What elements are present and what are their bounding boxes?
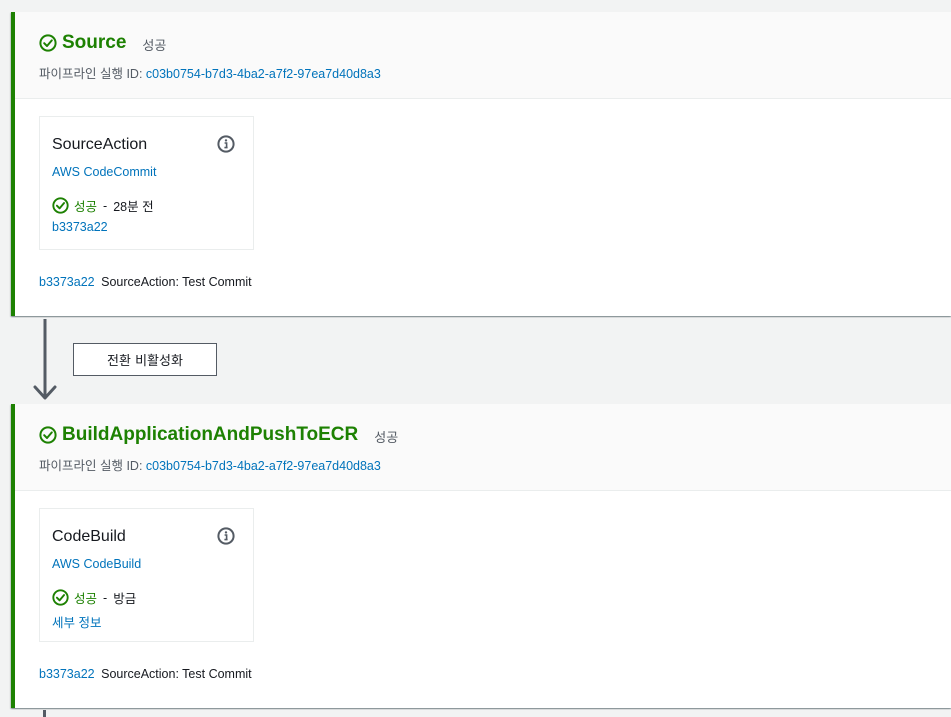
action-provider-link[interactable]: AWS CodeBuild bbox=[52, 557, 141, 571]
execution-id-link[interactable]: c03b0754-b7d3-4ba2-a7f2-97ea7d40d8a3 bbox=[146, 459, 381, 473]
stage-name: BuildApplicationAndPushToECR bbox=[62, 424, 359, 445]
check-circle-icon bbox=[52, 197, 69, 214]
commit-id-link[interactable]: b3373a22 bbox=[39, 275, 95, 289]
commit-message: SourceAction: Test Commit bbox=[101, 667, 252, 681]
check-circle-icon bbox=[39, 426, 57, 444]
action-time: 28분 전 bbox=[113, 200, 154, 214]
commit-row: b3373a22 SourceAction: Test Commit bbox=[39, 667, 252, 681]
execution-id-row: 파이프라인 실행 ID: c03b0754-b7d3-4ba2-a7f2-97e… bbox=[39, 455, 381, 474]
action-status-row: 성공 - 28분 전 bbox=[52, 196, 154, 215]
check-circle-icon bbox=[52, 589, 69, 606]
execution-id-link[interactable]: c03b0754-b7d3-4ba2-a7f2-97ea7d40d8a3 bbox=[146, 67, 381, 81]
action-name: CodeBuild bbox=[52, 528, 126, 545]
stage-source: Source 성공 파이프라인 실행 ID: c03b0754-b7d3-4ba… bbox=[11, 12, 951, 316]
action-status: 성공 bbox=[74, 592, 98, 606]
stage-header: Source 성공 파이프라인 실행 ID: c03b0754-b7d3-4ba… bbox=[15, 12, 951, 99]
stage-transition: 전환 비활성화 bbox=[0, 316, 951, 404]
execution-id-row: 파이프라인 실행 ID: c03b0754-b7d3-4ba2-a7f2-97e… bbox=[39, 63, 381, 82]
stage-header: BuildApplicationAndPushToECR 성공 파이프라인 실행… bbox=[15, 404, 951, 491]
execution-id-label: 파이프라인 실행 ID: bbox=[39, 459, 143, 473]
action-card: SourceAction AWS CodeCommit 성공 - 28분 전 b… bbox=[39, 116, 254, 250]
next-transition-line bbox=[43, 710, 46, 717]
execution-id-label: 파이프라인 실행 ID: bbox=[39, 67, 143, 81]
action-provider-link[interactable]: AWS CodeCommit bbox=[52, 165, 156, 179]
commit-message: SourceAction: Test Commit bbox=[101, 275, 252, 289]
action-details-link[interactable]: b3373a22 bbox=[52, 220, 108, 234]
arrow-down-icon bbox=[33, 319, 57, 400]
action-card: CodeBuild AWS CodeBuild 성공 - 방금 세부 정보 bbox=[39, 508, 254, 642]
commit-row: b3373a22 SourceAction: Test Commit bbox=[39, 275, 252, 289]
stage-name: Source bbox=[62, 32, 127, 53]
stage-title-row: Source 성공 bbox=[39, 32, 166, 54]
action-time: 방금 bbox=[113, 592, 137, 606]
stage-build: BuildApplicationAndPushToECR 성공 파이프라인 실행… bbox=[11, 404, 951, 708]
stage-status: 성공 bbox=[374, 429, 399, 445]
info-icon[interactable] bbox=[217, 527, 235, 545]
status-separator: - bbox=[103, 198, 108, 213]
action-status: 성공 bbox=[74, 200, 98, 214]
action-status-row: 성공 - 방금 bbox=[52, 588, 136, 607]
info-icon[interactable] bbox=[217, 135, 235, 153]
status-separator: - bbox=[103, 590, 108, 605]
check-circle-icon bbox=[39, 34, 57, 52]
commit-id-link[interactable]: b3373a22 bbox=[39, 667, 95, 681]
stage-title-row: BuildApplicationAndPushToECR 성공 bbox=[39, 424, 398, 446]
action-details-link[interactable]: 세부 정보 bbox=[52, 612, 101, 631]
action-name: SourceAction bbox=[52, 136, 148, 153]
pipeline-view: Source 성공 파이프라인 실행 ID: c03b0754-b7d3-4ba… bbox=[0, 0, 951, 717]
stage-status: 성공 bbox=[142, 37, 167, 53]
disable-transition-button[interactable]: 전환 비활성화 bbox=[73, 343, 217, 376]
